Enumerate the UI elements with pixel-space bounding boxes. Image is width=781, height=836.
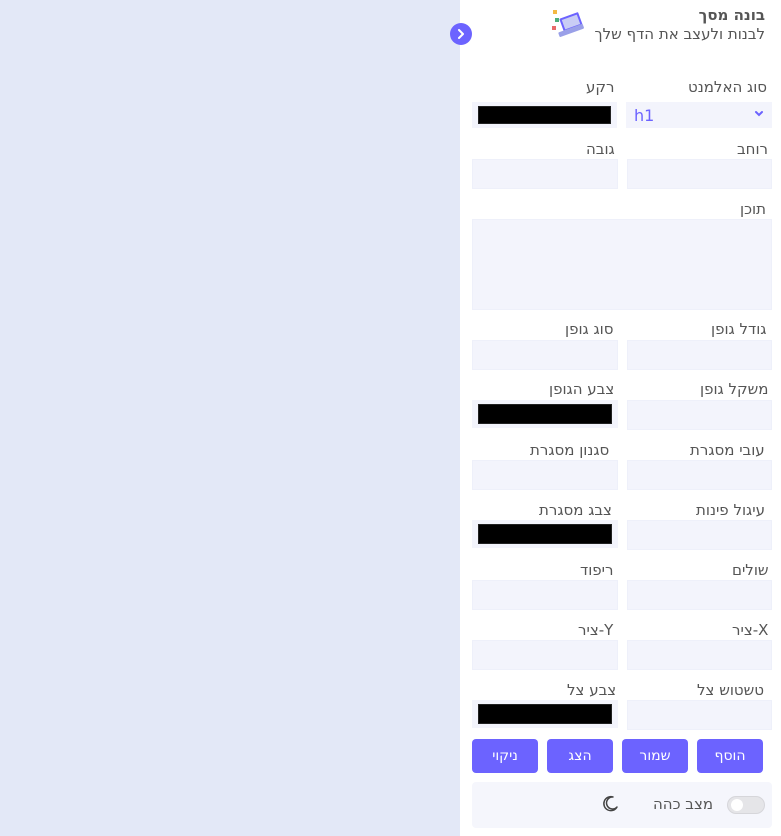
shadow-x-label: ציר-X	[732, 621, 769, 639]
shadow-color-swatch	[478, 704, 612, 724]
border-width-label: עובי מסגרת	[690, 441, 765, 459]
shadow-y-input[interactable]	[472, 640, 618, 670]
border-color-input[interactable]	[472, 520, 618, 548]
background-color-input[interactable]	[472, 102, 617, 128]
width-input[interactable]	[627, 159, 772, 189]
margin-input[interactable]	[627, 580, 772, 610]
border-radius-input[interactable]	[627, 520, 772, 550]
border-color-label: צבג מסגרת	[539, 501, 612, 519]
element-type-select[interactable]: h1	[626, 102, 772, 128]
shadow-blur-input[interactable]	[627, 700, 772, 730]
dark-mode-toggle[interactable]	[727, 796, 765, 814]
padding-label: ריפוד	[580, 561, 614, 579]
font-color-swatch	[478, 404, 612, 424]
toggle-knob	[731, 799, 743, 811]
height-label: גובה	[586, 140, 615, 158]
app-title: בונה מסך	[698, 6, 765, 24]
font-color-label: צבע הגופן	[549, 380, 615, 398]
shadow-color-input[interactable]	[472, 700, 618, 728]
font-size-label: גודל גופן	[711, 320, 767, 338]
font-color-input[interactable]	[472, 400, 618, 428]
border-color-swatch	[478, 524, 612, 544]
moon-icon	[603, 795, 618, 812]
border-style-label: סגנון מסגרת	[530, 441, 610, 459]
chevron-right-icon	[458, 29, 464, 39]
margin-label: שולים	[732, 561, 769, 579]
content-textarea[interactable]	[472, 219, 772, 310]
app-subtitle: לבנות ולעצב את הדף שלך	[594, 25, 765, 43]
background-label: רקע	[586, 78, 615, 96]
dark-mode-label: מצב כהה	[653, 795, 714, 813]
font-family-label: סוג גופן	[565, 320, 614, 338]
font-weight-input[interactable]	[627, 400, 772, 430]
background-color-swatch	[478, 106, 611, 124]
shadow-y-label: ציר-Y	[578, 621, 614, 639]
panel-header: בונה מסך לבנות ולעצב את הדף שלך	[551, 6, 765, 44]
font-weight-label: משקל גופן	[700, 380, 769, 398]
laptop-builder-icon	[551, 10, 584, 37]
element-type-label: סוג האלמנט	[688, 78, 768, 96]
font-size-input[interactable]	[627, 340, 772, 370]
add-button[interactable]: הוסף	[697, 739, 763, 773]
content-label: תוכן	[740, 200, 766, 218]
padding-input[interactable]	[472, 580, 618, 610]
show-button[interactable]: הצג	[547, 739, 613, 773]
width-label: רוחב	[737, 140, 769, 158]
element-type-value: h1	[634, 105, 655, 125]
clear-button[interactable]: ניקוי	[472, 739, 538, 773]
height-input[interactable]	[472, 159, 618, 189]
collapse-panel-button[interactable]	[450, 23, 472, 45]
border-width-input[interactable]	[627, 460, 772, 490]
border-style-input[interactable]	[472, 460, 618, 490]
shadow-x-input[interactable]	[627, 640, 772, 670]
page-canvas[interactable]	[0, 0, 460, 836]
border-radius-label: עיגול פינות	[696, 501, 765, 519]
font-family-input[interactable]	[472, 340, 618, 370]
shadow-color-label: צבע צל	[567, 681, 617, 699]
chevron-down-icon	[754, 108, 764, 122]
save-button[interactable]: שמור	[622, 739, 688, 773]
shadow-blur-label: טשטוש צל	[697, 681, 764, 699]
